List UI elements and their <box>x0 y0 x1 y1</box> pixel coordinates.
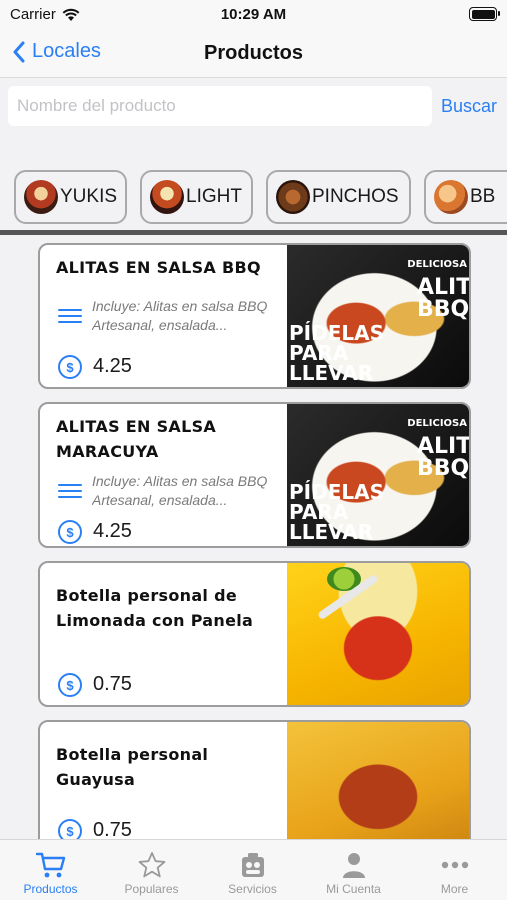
search-button[interactable]: Buscar <box>441 96 497 117</box>
image-text-top: DELICIOSA <box>407 418 467 429</box>
product-price: 4.25 <box>93 520 132 542</box>
tab-productos[interactable]: Productos <box>0 840 101 900</box>
category-scroller[interactable]: YUKIS LIGHT PINCHOS BB <box>0 168 507 228</box>
tab-label: Servicios <box>228 882 277 896</box>
image-text-top: DELICIOSA <box>407 259 467 270</box>
product-image <box>287 563 469 705</box>
product-list[interactable]: ALITAS EN SALSA BBQ Incluye: Alitas en s… <box>0 235 507 839</box>
pinchos-thumbnail <box>276 180 310 214</box>
person-icon <box>342 853 365 878</box>
tab-label: Mi Cuenta <box>326 882 381 896</box>
product-price: 0.75 <box>93 673 132 695</box>
page-title: Productos <box>204 42 303 64</box>
image-text-bottom: PÍDELAS PARA LLEVAR <box>289 480 384 544</box>
cart-icon <box>35 852 65 878</box>
light-thumbnail <box>150 180 184 214</box>
product-image <box>287 722 469 839</box>
product-card[interactable]: Botella personal Guayusa $ 0.75 <box>38 720 471 839</box>
category-chip-light[interactable]: LIGHT <box>140 170 253 224</box>
tab-bar: Productos Populares Servicios Mi Cuenta … <box>0 839 507 900</box>
product-name: ALITAS EN SALSA MARACUYA <box>56 417 217 461</box>
star-icon <box>138 852 165 878</box>
clock: 10:29 AM <box>220 6 287 23</box>
bb-thumbnail <box>434 180 468 214</box>
product-price: 0.75 <box>93 819 132 839</box>
product-card[interactable]: Botella personal de Limonada con Panela … <box>38 561 471 707</box>
product-description: Incluye: Alitas en salsa BBQ Artesanal, … <box>92 298 268 333</box>
category-chip-bb[interactable]: BB <box>424 170 507 224</box>
yukis-thumbnail <box>24 180 58 214</box>
tab-more[interactable]: More <box>404 840 505 900</box>
search-input[interactable] <box>8 86 432 126</box>
category-chip-pinchos[interactable]: PINCHOS <box>266 170 411 224</box>
product-card[interactable]: ALITAS EN SALSA MARACUYA Incluye: Alitas… <box>38 402 471 548</box>
description-icon <box>58 307 82 325</box>
description-icon <box>58 482 82 500</box>
search-area: Buscar <box>0 79 507 137</box>
dollar-icon: $ <box>58 355 82 379</box>
status-bar: Carrier 10:29 AM <box>0 0 507 30</box>
category-chip-yukis[interactable]: YUKIS <box>14 170 127 224</box>
category-label: PINCHOS <box>312 186 399 207</box>
image-text-bottom: PÍDELAS PARA LLEVAR <box>289 321 384 385</box>
tab-servicios[interactable]: Servicios <box>202 840 303 900</box>
category-label: LIGHT <box>186 186 242 207</box>
dollar-icon: $ <box>58 819 82 839</box>
product-description: Incluye: Alitas en salsa BBQ Artesanal, … <box>92 473 268 508</box>
more-icon <box>441 861 468 869</box>
category-label: BB <box>470 186 496 207</box>
product-name: Botella personal de Limonada con Panela <box>56 586 254 630</box>
product-price: 4.25 <box>93 355 132 377</box>
product-name: ALITAS EN SALSA BBQ <box>56 258 261 277</box>
image-text-main: ALITA BBQ <box>417 434 470 481</box>
tab-label: Productos <box>23 882 78 896</box>
dollar-icon: $ <box>58 520 82 544</box>
dollar-icon: $ <box>58 673 82 697</box>
product-image: DELICIOSA ALITA BBQ PÍDELAS PARA LLEVAR <box>287 245 469 387</box>
product-card[interactable]: ALITAS EN SALSA BBQ Incluye: Alitas en s… <box>38 243 471 389</box>
tab-label: Populares <box>124 882 179 896</box>
tab-populares[interactable]: Populares <box>101 840 202 900</box>
services-icon <box>241 853 264 877</box>
product-name: Botella personal Guayusa <box>56 745 209 789</box>
tab-label: More <box>440 882 469 896</box>
product-image: DELICIOSA ALITA BBQ PÍDELAS PARA LLEVAR <box>287 404 469 546</box>
battery-icon <box>469 7 500 21</box>
image-text-main: ALITA BBQ <box>417 275 470 322</box>
category-label: YUKIS <box>60 186 118 207</box>
tab-mi-cuenta[interactable]: Mi Cuenta <box>303 840 404 900</box>
navigation-bar: Locales Productos <box>0 30 507 78</box>
